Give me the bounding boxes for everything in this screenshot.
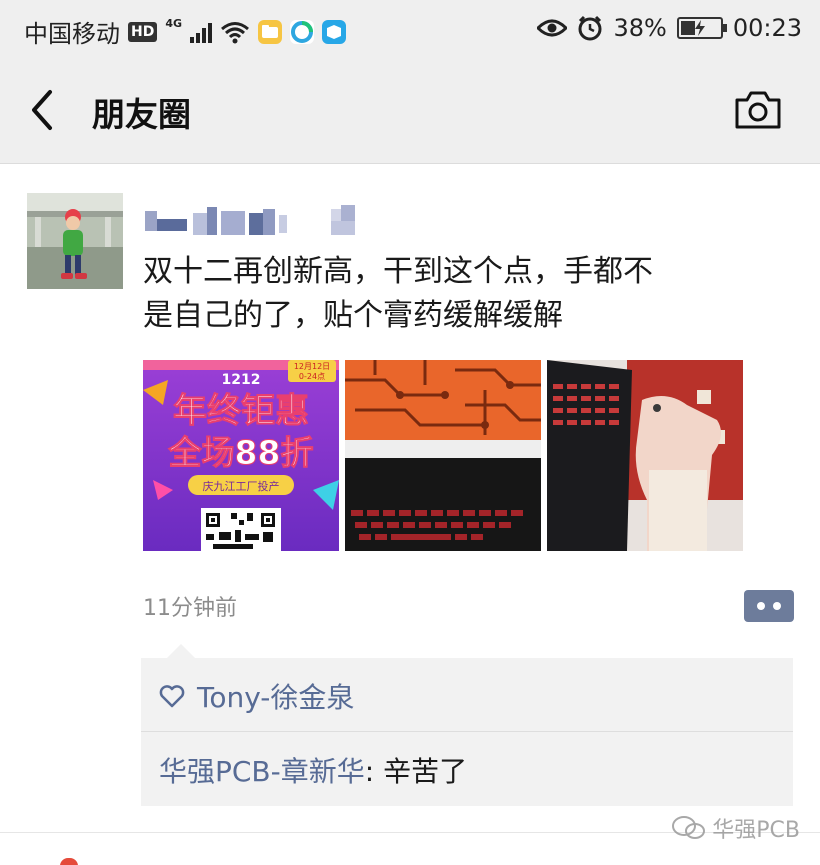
status-bar: 中国移动 HD 4G 38% 00:23 — [0, 0, 820, 58]
status-right: 38% 00:23 — [537, 14, 802, 42]
post-timestamp: 11分钟前 — [143, 596, 237, 621]
network-type: 4G — [165, 17, 183, 30]
post-image-promo[interactable]: 12月12日 0-24点 1212 年终钜惠 全场88折 庆九江工厂投产 — [143, 360, 339, 551]
promo-tag: 庆九江工厂投产 — [203, 479, 280, 493]
wechat-logo-icon — [672, 816, 706, 839]
back-button[interactable] — [24, 86, 64, 134]
camera-icon — [735, 91, 781, 129]
promo-hours: 0-24点 — [299, 372, 325, 381]
message-app-icon — [322, 19, 347, 44]
watermark-text: 华强PCB — [712, 818, 800, 843]
comment-author-link[interactable]: 华强PCB-章新华 — [159, 755, 365, 788]
like-user-link[interactable]: Tony-徐金泉 — [197, 676, 354, 716]
interactions-panel: Tony-徐金泉 华强PCB-章新华: 辛苦了 — [141, 644, 793, 806]
dot-icon — [757, 602, 765, 610]
comment-row[interactable]: 华强PCB-章新华: 辛苦了 — [159, 750, 467, 790]
wifi-icon — [221, 21, 249, 43]
browser-app-icon — [290, 19, 315, 44]
hd-badge: HD — [128, 21, 158, 42]
dot-icon — [773, 602, 781, 610]
likes-row: Tony-徐金泉 — [159, 676, 354, 716]
battery-icon — [676, 17, 727, 39]
signal-icon — [190, 21, 213, 43]
battery-percent: 38% — [613, 14, 667, 42]
comment-separator: : — [364, 755, 384, 788]
username-blurred[interactable] — [145, 203, 375, 237]
status-left: 中国移动 HD 4G — [24, 14, 347, 49]
carrier-label: 中国移动 — [24, 20, 120, 48]
next-post-avatar-edge — [60, 858, 78, 865]
alarm-icon — [578, 15, 602, 41]
promo-line-1: 年终钜惠 — [173, 391, 309, 431]
post-images: 12月12日 0-24点 1212 年终钜惠 全场88折 庆九江工厂投产 — [143, 360, 743, 551]
app-header: 朋友圈 — [0, 58, 820, 164]
post-text: 双十二再创新高，干到这个点，手都不 是自己的了，贴个膏药缓解缓解 — [143, 250, 793, 338]
page-title: 朋友圈 — [92, 95, 191, 134]
watermark: 华强PCB — [672, 812, 800, 844]
folder-app-icon — [258, 19, 283, 44]
back-arrow-icon — [32, 90, 52, 130]
post-text-line-1: 双十二再创新高，干到这个点，手都不 — [143, 254, 653, 289]
comment-menu-button[interactable] — [744, 590, 794, 622]
divider — [141, 731, 793, 732]
comment-text: 辛苦了 — [383, 755, 468, 788]
post-image-hand-keyboard[interactable] — [547, 360, 743, 551]
promo-date: 12月12日 — [294, 362, 330, 371]
avatar[interactable] — [27, 193, 123, 289]
promo-badge: 1212 — [222, 372, 261, 388]
camera-button[interactable] — [734, 90, 782, 130]
clock: 00:23 — [732, 14, 802, 42]
post-text-line-2: 是自己的了，贴个膏药缓解缓解 — [143, 298, 563, 333]
promo-line-2: 全场88折 — [168, 433, 314, 472]
eye-icon — [537, 19, 568, 37]
heart-icon — [159, 685, 185, 708]
post-image-pcb-laptop[interactable] — [345, 360, 541, 551]
